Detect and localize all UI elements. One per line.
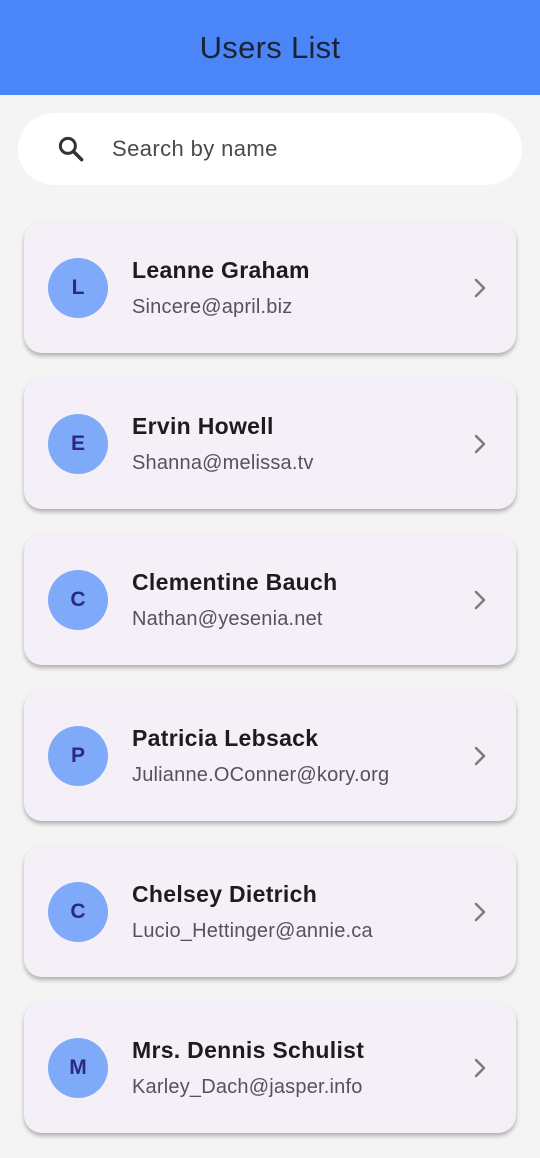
avatar-initial: L — [71, 275, 85, 299]
user-name: Leanne Graham — [132, 256, 310, 283]
chevron-right-icon — [470, 900, 490, 924]
avatar: C — [48, 569, 108, 630]
avatar: M — [48, 1037, 108, 1098]
user-text: Ervin Howell Shanna@melissa.tv — [132, 413, 314, 475]
avatar: C — [48, 881, 108, 942]
avatar-initial: E — [70, 431, 85, 455]
user-name: Patricia Lebsack — [132, 724, 319, 751]
avatar-initial: M — [69, 1055, 87, 1079]
user-card[interactable]: L Leanne Graham Sincere@april.biz — [24, 222, 516, 353]
avatar: L — [48, 257, 108, 318]
chevron-right-icon — [470, 588, 490, 612]
user-email: Sincere@april.biz — [132, 295, 293, 318]
user-card[interactable]: M Mrs. Dennis Schulist Karley_Dach@jaspe… — [24, 1002, 516, 1133]
user-text: Clementine Bauch Nathan@yesenia.net — [132, 569, 337, 631]
user-card[interactable]: C Clementine Bauch Nathan@yesenia.net — [24, 534, 516, 665]
user-name: Chelsey Dietrich — [132, 880, 318, 907]
user-name: Mrs. Dennis Schulist — [132, 1036, 365, 1063]
user-card[interactable]: P Patricia Lebsack Julianne.OConner@kory… — [24, 690, 516, 821]
user-email: Karley_Dach@jasper.info — [132, 1075, 363, 1098]
user-list: L Leanne Graham Sincere@april.biz E Ervi… — [24, 222, 516, 1158]
search-icon — [56, 134, 86, 164]
user-card[interactable]: E Ervin Howell Shanna@melissa.tv — [24, 378, 516, 509]
chevron-right-icon — [470, 744, 490, 768]
avatar-initial: C — [70, 899, 86, 923]
user-name: Ervin Howell — [132, 412, 274, 439]
avatar: E — [48, 413, 108, 474]
search-input[interactable] — [112, 136, 492, 162]
user-text: Patricia Lebsack Julianne.OConner@kory.o… — [132, 725, 389, 787]
user-text: Leanne Graham Sincere@april.biz — [132, 257, 310, 319]
avatar: P — [48, 725, 108, 786]
avatar-initial: P — [70, 743, 85, 767]
user-name: Clementine Bauch — [132, 568, 338, 595]
app-bar: Users List — [0, 0, 540, 95]
user-text: Chelsey Dietrich Lucio_Hettinger@annie.c… — [132, 881, 373, 943]
user-email: Lucio_Hettinger@annie.ca — [132, 919, 373, 942]
chevron-right-icon — [470, 432, 490, 456]
user-email: Nathan@yesenia.net — [132, 607, 323, 630]
search-bar[interactable] — [18, 113, 522, 185]
page-title: Users List — [199, 29, 341, 65]
user-text: Mrs. Dennis Schulist Karley_Dach@jasper.… — [132, 1037, 364, 1099]
chevron-right-icon — [470, 276, 490, 300]
user-email: Julianne.OConner@kory.org — [132, 763, 390, 786]
user-email: Shanna@melissa.tv — [132, 451, 314, 474]
user-card[interactable]: C Chelsey Dietrich Lucio_Hettinger@annie… — [24, 846, 516, 977]
avatar-initial: C — [70, 587, 86, 611]
chevron-right-icon — [470, 1056, 490, 1080]
